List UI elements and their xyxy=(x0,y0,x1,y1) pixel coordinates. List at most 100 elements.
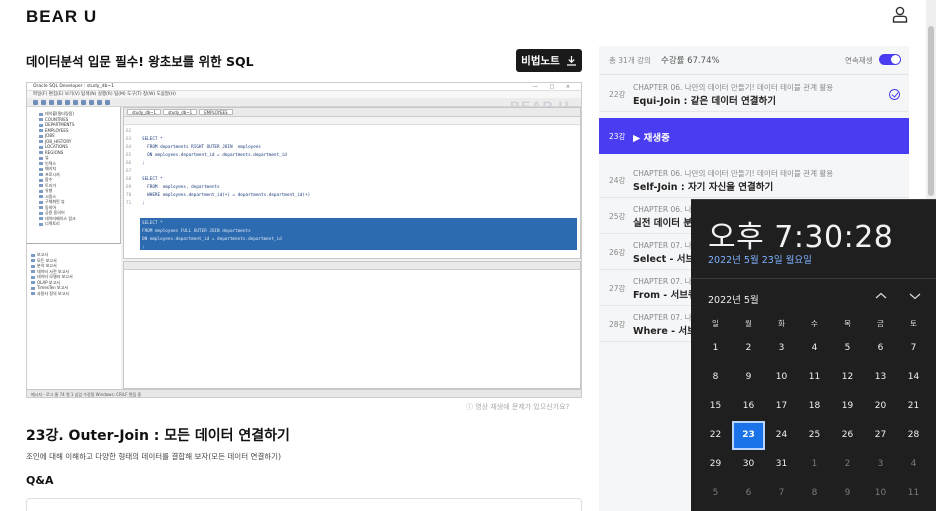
calendar-day[interactable]: 12 xyxy=(831,363,864,392)
calendar-day[interactable]: 3 xyxy=(765,334,798,363)
calendar-day[interactable]: 19 xyxy=(831,392,864,421)
selected-code-line: SELECT * xyxy=(142,221,163,226)
calendar-day[interactable]: 5 xyxy=(699,479,732,508)
curriculum-header: 총 31개 강의 수강률 67.74% 연속재생 xyxy=(599,46,909,75)
calendar-day[interactable]: 11 xyxy=(897,479,930,508)
calendar-day[interactable]: 1 xyxy=(699,334,732,363)
table-icon xyxy=(39,173,43,176)
secret-note-button[interactable]: 비법노트 xyxy=(516,49,582,72)
tree-item-label: 유형 xyxy=(45,188,53,193)
table-icon xyxy=(39,195,43,198)
calendar-day[interactable]: 24 xyxy=(765,421,798,450)
selected-code-line: ; xyxy=(142,245,145,250)
tree-item-label: 동의어 xyxy=(45,204,57,210)
calendar-day[interactable]: 7 xyxy=(765,479,798,508)
calendar-day[interactable]: 26 xyxy=(831,421,864,450)
lecture-item[interactable]: 23강 ▶ 재생중 xyxy=(599,118,909,154)
code-text: WHERE employees.department_id(+) = depar… xyxy=(142,193,311,198)
tree-item-label: REGIONS xyxy=(45,149,64,155)
chevron-down-icon[interactable] xyxy=(908,290,922,302)
calendar-day[interactable]: 20 xyxy=(864,392,897,421)
calendar-month[interactable]: 2022년 5월 xyxy=(708,292,759,306)
calendar-day[interactable]: 11 xyxy=(798,363,831,392)
line-number: 68 xyxy=(126,177,132,182)
code-text: SELECT * xyxy=(142,137,163,142)
table-icon xyxy=(39,162,43,165)
user-icon[interactable] xyxy=(892,6,908,23)
autoplay-toggle[interactable] xyxy=(879,54,901,65)
lecture-name: From - 서브쿼 xyxy=(633,290,697,301)
line-number: 67 xyxy=(126,169,132,174)
calendar-day[interactable]: 18 xyxy=(798,392,831,421)
calendar-day[interactable]: 10 xyxy=(765,363,798,392)
calendar-day[interactable]: 31 xyxy=(765,450,798,479)
calendar-day[interactable]: 27 xyxy=(864,421,897,450)
calendar-day[interactable]: 8 xyxy=(798,479,831,508)
playback-issue-link[interactable]: ⓘ 영상 재생에 문제가 있으신가요? xyxy=(466,402,569,412)
lecture-number: 26강 xyxy=(609,248,626,257)
calendar-day[interactable]: 4 xyxy=(798,334,831,363)
calendar-week: 5 6 7 8 9 10 11 xyxy=(699,479,930,508)
calendar-day[interactable]: 28 xyxy=(897,421,930,450)
clock-flyout: 오후 7:30:28 2022년 5월 23일 월요일 2022년 5월 일 월 화… xyxy=(691,199,936,511)
sql-worksheet: study_db~1 study_db~1 EMPLOYEES 62 63 SELECT… xyxy=(123,107,581,259)
worksheet-tabs: study_db~1 study_db~1 EMPLOYEES xyxy=(124,108,580,117)
tree-item-label: 데이터베이스 링크 xyxy=(45,215,76,221)
calendar-day[interactable]: 6 xyxy=(864,334,897,363)
video-player[interactable]: Oracle SQL Developer : study_db~1 — □ × … xyxy=(26,82,582,398)
reports-pane: 보고서 모든 보고서 분석 보고서 데이터 사전 보고서 데이터 모델러 보고서 OLAP… xyxy=(27,243,121,390)
calendar-day[interactable]: 15 xyxy=(699,392,732,421)
table-icon xyxy=(39,156,43,160)
tree-item-label: 시퀀스 xyxy=(45,193,57,199)
course-title: 데이터분석 입문 필수! 왕초보를 위한 SQL xyxy=(26,54,254,69)
calendar-day[interactable]: 14 xyxy=(897,363,930,392)
calendar-day[interactable]: 7 xyxy=(897,334,930,363)
query-result-pane xyxy=(123,261,581,389)
clock-date[interactable]: 2022년 5월 23일 월요일 xyxy=(708,252,812,266)
calendar-day[interactable]: 3 xyxy=(864,450,897,479)
lecture-item[interactable]: 22강 CHAPTER 06. 나만의 데이터 만들기! 데이터 테이블 관계 활… xyxy=(599,76,909,112)
ide-title-bar: Oracle SQL Developer : study_db~1 xyxy=(27,83,581,91)
line-number: 64 xyxy=(126,145,132,150)
worksheet-tab: study_db~1 xyxy=(127,109,162,115)
code-text: FROM employees, departments xyxy=(142,185,220,190)
calendar-day[interactable]: 21 xyxy=(897,392,930,421)
worksheet-tab: study_db~1 xyxy=(163,109,198,115)
calendar-day[interactable]: 10 xyxy=(864,479,897,508)
calendar-day[interactable]: 16 xyxy=(732,392,765,421)
report-item-label: OLAP 보고서 xyxy=(37,279,60,285)
chevron-up-icon[interactable] xyxy=(874,290,888,302)
calendar-day[interactable]: 8 xyxy=(699,363,732,392)
line-number: 62 xyxy=(126,129,132,134)
lecture-item[interactable]: 24강 CHAPTER 06. 나만의 데이터 만들기! 데이터 테이블 관계 활… xyxy=(599,162,909,198)
calendar-day[interactable]: 29 xyxy=(699,450,732,479)
calendar-day[interactable]: 17 xyxy=(765,392,798,421)
tree-item-label: 트리거 xyxy=(45,182,57,188)
download-icon xyxy=(566,56,576,66)
lecture-number: 28강 xyxy=(609,320,626,329)
scrollbar-thumb[interactable] xyxy=(928,26,934,196)
calendar-day[interactable]: 30 xyxy=(732,450,765,479)
reports-tree: 보고서 모든 보고서 분석 보고서 데이터 사전 보고서 데이터 모델러 보고서 OLAP… xyxy=(27,244,121,296)
calendar-day[interactable]: 5 xyxy=(831,334,864,363)
calendar-day[interactable]: 23 xyxy=(732,421,765,450)
calendar-day[interactable]: 1 xyxy=(798,450,831,479)
qa-input-box[interactable] xyxy=(26,498,582,511)
worksheet-tab: EMPLOYEES xyxy=(199,109,233,115)
calendar-day[interactable]: 2 xyxy=(831,450,864,479)
calendar-day[interactable]: 9 xyxy=(732,363,765,392)
code-text: ON employees.department_id = departments… xyxy=(142,153,287,158)
line-number: 65 xyxy=(126,153,132,158)
calendar-day[interactable]: 2 xyxy=(732,334,765,363)
tree-item-label: JOBS xyxy=(45,133,55,138)
calendar-day[interactable]: 6 xyxy=(732,479,765,508)
bearu-logo[interactable]: BEAR U xyxy=(26,7,97,27)
calendar-day[interactable]: 4 xyxy=(897,450,930,479)
now-playing-label: ▶ 재생중 xyxy=(633,133,670,144)
calendar-day[interactable]: 9 xyxy=(831,479,864,508)
calendar-day[interactable]: 22 xyxy=(699,421,732,450)
calendar-day[interactable]: 13 xyxy=(864,363,897,392)
weekday-label: 월 xyxy=(745,319,752,328)
ide-menu-bar: 파일(F) 편집(E) 보기(V) 탐색(N) 실행(R) 팀(M) 도구(T)… xyxy=(27,91,581,98)
calendar-day[interactable]: 25 xyxy=(798,421,831,450)
